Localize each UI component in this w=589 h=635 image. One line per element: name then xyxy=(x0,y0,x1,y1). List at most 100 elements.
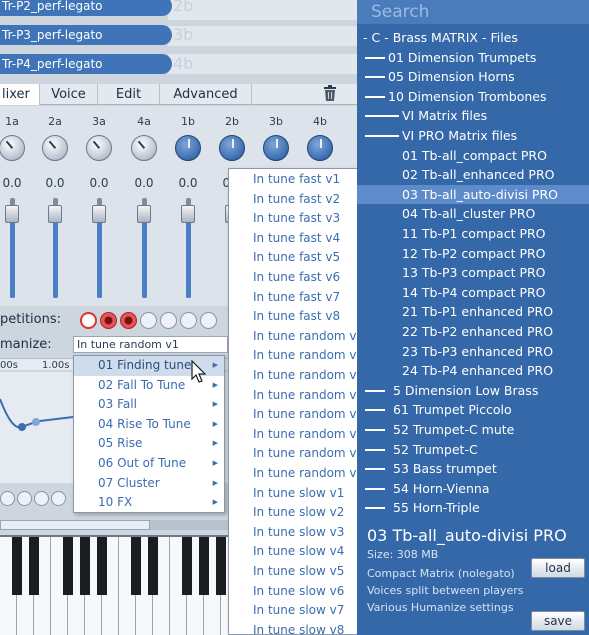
submenu-item[interactable]: In tune random v1 xyxy=(229,327,361,347)
submenu-item[interactable]: In tune slow v7 xyxy=(229,601,361,621)
track-slot-4b[interactable]: Tr-P4_perf-legato xyxy=(0,54,172,74)
submenu-item[interactable]: In tune random v6 xyxy=(229,425,361,445)
tree-item[interactable]: 21 Tb-P1 enhanced PRO xyxy=(357,302,589,322)
tree-item[interactable]: 52 Trumpet-C mute xyxy=(357,420,589,440)
tree-item[interactable]: 24 Tb-P4 enhanced PRO xyxy=(357,361,589,381)
submenu-item[interactable]: In tune slow v6 xyxy=(229,582,361,602)
black-key[interactable] xyxy=(97,537,107,595)
submenu-item[interactable]: In tune slow v1 xyxy=(229,484,361,504)
submenu-item[interactable]: In tune slow v2 xyxy=(229,503,361,523)
point-led[interactable] xyxy=(51,491,66,506)
submenu-item[interactable]: In tune fast v7 xyxy=(229,288,361,308)
submenu-item[interactable]: In tune fast v6 xyxy=(229,268,361,288)
tree-item[interactable]: 02 Tb-all_enhanced PRO xyxy=(357,165,589,185)
tree-item[interactable]: 13 Tb-P3 compact PRO xyxy=(357,263,589,283)
submenu-item[interactable]: In tune fast v4 xyxy=(229,229,361,249)
black-key[interactable] xyxy=(216,537,226,595)
menu-item[interactable]: 07 Cluster ▶ xyxy=(74,474,224,494)
black-key[interactable] xyxy=(182,537,192,595)
submenu-item[interactable]: In tune fast v1 xyxy=(229,170,361,190)
tree-item[interactable]: 12 Tb-P2 compact PRO xyxy=(357,244,589,264)
tree-item[interactable]: 10 Dimension Trombones xyxy=(357,87,589,107)
menu-item[interactable]: 05 Rise ▶ xyxy=(74,434,224,454)
menu-item[interactable]: 03 Fall ▶ xyxy=(74,395,224,415)
submenu-item[interactable]: In tune fast v2 xyxy=(229,190,361,210)
black-key[interactable] xyxy=(29,537,39,595)
tree-item[interactable]: 01 Tb-all_compact PRO xyxy=(357,146,589,166)
submenu-item[interactable]: In tune slow v3 xyxy=(229,523,361,543)
trash-icon[interactable] xyxy=(322,84,338,102)
tree-item[interactable]: 61 Trumpet Piccolo xyxy=(357,400,589,420)
black-key[interactable] xyxy=(199,537,209,595)
pan-knob[interactable] xyxy=(42,135,68,161)
black-key[interactable] xyxy=(148,537,158,595)
point-led[interactable] xyxy=(17,491,32,506)
tab-voice[interactable]: Voice xyxy=(40,84,98,105)
submenu-item[interactable]: In tune slow v5 xyxy=(229,562,361,582)
tree-item[interactable]: 14 Tb-P4 compact PRO xyxy=(357,283,589,303)
pan-knob[interactable] xyxy=(0,135,25,161)
black-key[interactable] xyxy=(12,537,22,595)
point-led[interactable] xyxy=(0,491,15,506)
tree-item[interactable]: 01 Dimension Trumpets xyxy=(357,48,589,68)
tree-item[interactable]: 55 Horn-Triple xyxy=(357,498,589,518)
tree-item[interactable]: VI PRO Matrix files xyxy=(357,126,589,146)
tree-item[interactable]: 03 Tb-all_auto-divisi PRO xyxy=(357,184,589,205)
submenu-item[interactable]: In tune slow v8 xyxy=(229,621,361,634)
repetition-led[interactable] xyxy=(100,312,117,329)
submenu-item[interactable]: In tune fast v8 xyxy=(229,307,361,327)
tree-item[interactable]: 04 Tb-all_cluster PRO xyxy=(357,204,589,224)
black-key[interactable] xyxy=(80,537,90,595)
track-slot-2b[interactable]: Tr-P2_perf-legato xyxy=(0,0,172,16)
tree-item[interactable]: 23 Tb-P3 enhanced PRO xyxy=(357,342,589,362)
tree-item[interactable]: 05 Dimension Horns xyxy=(357,67,589,87)
search-input[interactable]: Search xyxy=(357,0,589,24)
humanize-select[interactable]: In tune random v1 xyxy=(73,336,228,353)
volume-fader-handle[interactable] xyxy=(92,205,106,223)
repetition-led[interactable] xyxy=(80,312,97,329)
volume-fader-handle[interactable] xyxy=(48,205,62,223)
tree-item[interactable]: 5 Dimension Low Brass xyxy=(357,381,589,401)
black-key[interactable] xyxy=(131,537,141,595)
pan-knob[interactable] xyxy=(131,135,157,161)
volume-fader-handle[interactable] xyxy=(137,205,151,223)
pan-knob[interactable] xyxy=(263,135,289,161)
repetition-led[interactable] xyxy=(120,312,137,329)
tree-item[interactable]: 11 Tb-P1 compact PRO xyxy=(357,224,589,244)
menu-item[interactable]: 06 Out of Tune ▶ xyxy=(74,454,224,474)
tree-item[interactable]: 52 Trumpet-C xyxy=(357,440,589,460)
pan-knob[interactable] xyxy=(175,135,201,161)
black-key[interactable] xyxy=(63,537,73,595)
submenu-item[interactable]: In tune random v2 xyxy=(229,346,361,366)
load-button[interactable]: load xyxy=(531,558,585,578)
tree-item[interactable]: 22 Tb-P2 enhanced PRO xyxy=(357,322,589,342)
volume-fader-handle[interactable] xyxy=(181,205,195,223)
submenu-item[interactable]: In tune random v5 xyxy=(229,405,361,425)
submenu-item[interactable]: In tune fast v3 xyxy=(229,209,361,229)
track-slot-3b[interactable]: Tr-P3_perf-legato xyxy=(0,25,172,45)
repetition-led[interactable] xyxy=(200,312,217,329)
point-led[interactable] xyxy=(34,491,49,506)
tab-advanced[interactable]: Advanced xyxy=(160,84,252,105)
submenu-item[interactable]: In tune random v4 xyxy=(229,386,361,406)
save-button[interactable]: save xyxy=(531,611,585,631)
repetition-led[interactable] xyxy=(160,312,177,329)
pan-knob[interactable] xyxy=(219,135,245,161)
tree-item[interactable]: VI Matrix files xyxy=(357,106,589,126)
submenu-item[interactable]: In tune random v7 xyxy=(229,444,361,464)
pan-knob[interactable] xyxy=(307,135,333,161)
submenu-item[interactable]: In tune slow v4 xyxy=(229,542,361,562)
tree-item[interactable]: 54 Horn-Vienna xyxy=(357,479,589,499)
tree-item[interactable]: 53 Bass trumpet xyxy=(357,459,589,479)
menu-item[interactable]: 04 Rise To Tune ▶ xyxy=(74,415,224,435)
tab-edit[interactable]: Edit xyxy=(98,84,160,105)
pan-knob[interactable] xyxy=(86,135,112,161)
volume-fader-handle[interactable] xyxy=(5,205,19,223)
tree-item[interactable]: - C - Brass MATRIX - Files xyxy=(357,28,589,48)
submenu-item[interactable]: In tune random v8 xyxy=(229,464,361,484)
tab-mixer[interactable]: lixer xyxy=(0,84,40,105)
submenu-item[interactable]: In tune random v3 xyxy=(229,366,361,386)
menu-item[interactable]: 10 FX ▶ xyxy=(74,493,224,513)
repetition-led[interactable] xyxy=(180,312,197,329)
scrollbar-thumb[interactable] xyxy=(0,520,150,530)
